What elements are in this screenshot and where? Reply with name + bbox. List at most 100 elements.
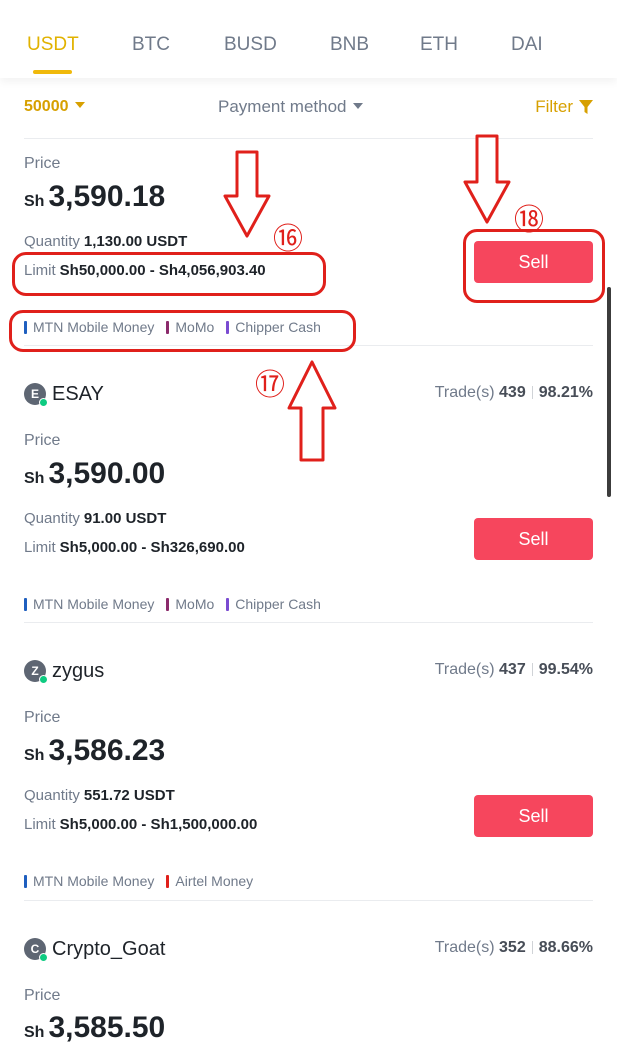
payment-methods-highlight-outline bbox=[9, 310, 356, 352]
payment-color-bar bbox=[24, 597, 27, 611]
payment-methods: MTN Mobile Money Airtel Money bbox=[24, 873, 265, 889]
price-label: Price bbox=[24, 709, 61, 726]
active-tab-indicator bbox=[33, 70, 72, 74]
avatar-initial: E bbox=[30, 387, 39, 401]
separator bbox=[531, 386, 533, 400]
sell-button[interactable]: Sell bbox=[474, 795, 593, 837]
completion-rate: 99.54% bbox=[538, 661, 593, 678]
online-status-dot bbox=[39, 953, 48, 962]
price-value: 3,585.50 bbox=[48, 1011, 166, 1044]
merchant-name: ESAY bbox=[52, 382, 104, 405]
amount-value: 50000 bbox=[24, 98, 69, 115]
chevron-down-icon bbox=[352, 102, 363, 109]
payment-methods: MTN Mobile Money MoMo Chipper Cash bbox=[24, 596, 333, 612]
payment-method-name: Airtel Money bbox=[175, 873, 254, 889]
avatar-initial: Z bbox=[31, 664, 39, 678]
payment-method-tag: MTN Mobile Money bbox=[24, 873, 154, 889]
trades-count: 352 bbox=[499, 939, 526, 956]
scrollbar[interactable] bbox=[607, 287, 611, 497]
payment-method-name: MTN Mobile Money bbox=[33, 596, 155, 612]
limit-label: Limit bbox=[24, 816, 56, 833]
price-label: Price bbox=[24, 987, 61, 1004]
merchant[interactable]: Z zygus bbox=[24, 657, 104, 685]
payment-method-tag: MoMo bbox=[166, 596, 214, 612]
trades-label: Trade(s) bbox=[434, 939, 495, 956]
funnel-icon bbox=[579, 100, 593, 115]
payment-color-bar bbox=[166, 597, 170, 611]
avatar-initial: C bbox=[30, 942, 40, 956]
payment-color-bar bbox=[226, 597, 230, 611]
payment-method-name: MTN Mobile Money bbox=[33, 873, 155, 889]
annotation-number-16: ⑯ bbox=[273, 222, 303, 257]
separator bbox=[531, 941, 533, 955]
avatar: C bbox=[24, 938, 48, 962]
sell-button-highlight-outline bbox=[463, 229, 605, 303]
filter-label: Filter bbox=[535, 97, 573, 116]
tab-dai[interactable]: DAI bbox=[511, 34, 543, 56]
tab-bnb[interactable]: BNB bbox=[330, 34, 369, 56]
payment-method-tag: Chipper Cash bbox=[226, 596, 321, 612]
tab-busd[interactable]: BUSD bbox=[224, 34, 277, 56]
trade-stats: Trade(s) 437 99.54% bbox=[435, 661, 593, 679]
price-value: 3,586.23 bbox=[48, 734, 166, 767]
quantity-label: Quantity bbox=[24, 510, 80, 527]
sell-button[interactable]: Sell bbox=[474, 518, 593, 560]
divider bbox=[24, 900, 593, 901]
payment-method-name: MoMo bbox=[175, 596, 215, 612]
price: Sh 3,585.50 bbox=[24, 1011, 165, 1045]
trades-label: Trade(s) bbox=[434, 384, 495, 401]
divider bbox=[24, 622, 593, 623]
quantity: Quantity 1,130.00 USDT bbox=[24, 233, 187, 250]
filter-button[interactable]: Filter bbox=[535, 97, 593, 117]
trade-stats: Trade(s) 439 98.21% bbox=[435, 384, 593, 402]
payment-method-tag: Airtel Money bbox=[166, 873, 253, 889]
trade-stats: Trade(s) 352 88.66% bbox=[435, 939, 593, 957]
payment-color-bar bbox=[24, 874, 27, 888]
payment-color-bar bbox=[166, 874, 170, 888]
payment-method-label: Payment method bbox=[218, 97, 347, 116]
currency: Sh bbox=[24, 193, 45, 210]
amount-dropdown[interactable]: 50000 bbox=[24, 98, 85, 116]
offer-card: C Crypto_Goat Trade(s) 352 88.66% Price S… bbox=[0, 935, 617, 1056]
tab-usdt[interactable]: USDT bbox=[27, 34, 79, 56]
limit-highlight-outline bbox=[12, 252, 326, 296]
merchant[interactable]: C Crypto_Goat bbox=[24, 935, 165, 963]
annotation-number-17: ⑰ bbox=[255, 368, 285, 403]
currency: Sh bbox=[24, 747, 45, 764]
currency: Sh bbox=[24, 1024, 45, 1041]
price: Sh 3,590.18 bbox=[24, 180, 165, 214]
annotation-number-18: ⑱ bbox=[514, 203, 544, 238]
price: Sh 3,586.23 bbox=[24, 734, 165, 768]
price-value: 3,590.00 bbox=[48, 457, 166, 490]
merchant-name: Crypto_Goat bbox=[52, 937, 166, 960]
quantity-label: Quantity bbox=[24, 787, 80, 804]
trades-count: 437 bbox=[499, 661, 526, 678]
price: Sh 3,590.00 bbox=[24, 457, 165, 491]
limit-value: Sh5,000.00 - Sh326,690.00 bbox=[59, 539, 245, 556]
quantity: Quantity 551.72 USDT bbox=[24, 787, 175, 804]
quantity-value: 1,130.00 USDT bbox=[83, 233, 188, 250]
limit: Limit Sh5,000.00 - Sh1,500,000.00 bbox=[24, 816, 257, 833]
payment-method-dropdown[interactable]: Payment method bbox=[218, 97, 363, 117]
completion-rate: 98.21% bbox=[538, 384, 593, 401]
up-arrow-icon bbox=[287, 360, 337, 462]
merchant[interactable]: E ESAY bbox=[24, 380, 104, 408]
payment-method-tag: MTN Mobile Money bbox=[24, 596, 154, 612]
limit-label: Limit bbox=[24, 539, 56, 556]
price-label: Price bbox=[24, 155, 61, 172]
chevron-down-icon bbox=[74, 101, 85, 108]
limit-value: Sh5,000.00 - Sh1,500,000.00 bbox=[59, 816, 258, 833]
tab-btc[interactable]: BTC bbox=[132, 34, 170, 56]
currency: Sh bbox=[24, 470, 45, 487]
asset-tabs: USDT BTC BUSD BNB ETH DAI bbox=[0, 0, 617, 78]
payment-method-name: Chipper Cash bbox=[235, 596, 321, 612]
separator bbox=[531, 663, 533, 677]
merchant-name: zygus bbox=[52, 659, 105, 682]
quantity-value: 91.00 USDT bbox=[83, 510, 167, 527]
quantity: Quantity 91.00 USDT bbox=[24, 510, 166, 527]
quantity-value: 551.72 USDT bbox=[83, 787, 175, 804]
tab-eth[interactable]: ETH bbox=[420, 34, 458, 56]
price-value: 3,590.18 bbox=[48, 180, 166, 213]
filter-bar: 50000 Payment method Filter bbox=[0, 78, 617, 138]
online-status-dot bbox=[39, 398, 48, 407]
